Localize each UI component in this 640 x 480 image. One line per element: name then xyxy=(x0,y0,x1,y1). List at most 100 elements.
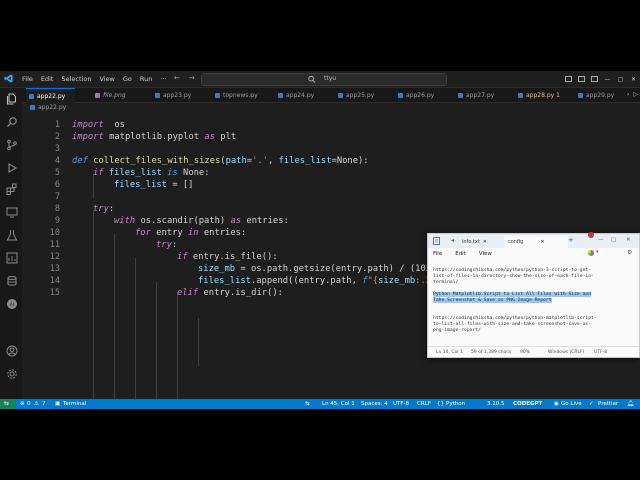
menu-more[interactable]: ··· xyxy=(160,75,166,83)
terminal-status[interactable]: Terminal xyxy=(63,401,86,407)
tab-topnews[interactable]: topnews.py xyxy=(212,88,258,102)
warning-icon[interactable]: ⚠ xyxy=(34,401,39,407)
database-icon[interactable] xyxy=(6,275,18,287)
indentation[interactable]: Spaces: 4 xyxy=(361,401,388,407)
menu-file[interactable]: File xyxy=(22,75,33,83)
vscode-logo-icon xyxy=(4,74,13,83)
code-token: size_mb xyxy=(198,264,236,274)
code-line[interactable]: elif entry.is_dir(): xyxy=(177,287,283,299)
menu-selection[interactable]: Selection xyxy=(61,75,91,83)
code-line[interactable]: try: xyxy=(93,203,114,215)
code-token: entries: xyxy=(198,228,247,238)
tab-app27[interactable]: app27.py xyxy=(455,88,494,102)
terminal-icon[interactable]: ▣ xyxy=(55,401,60,407)
activity-bar: AI xyxy=(0,88,22,399)
tab-app22[interactable]: app22.py xyxy=(26,88,75,103)
notepad-menu-edit[interactable]: Edit xyxy=(455,251,466,257)
braces-icon[interactable]: {} xyxy=(437,401,444,407)
new-tab-icon[interactable]: + xyxy=(568,236,574,244)
notepad-close-icon[interactable]: ✕ xyxy=(626,237,631,243)
notifications-bell-icon[interactable]: 🔔︎ xyxy=(627,401,634,407)
warning-count[interactable]: 7 xyxy=(42,401,46,407)
copilot-icon[interactable] xyxy=(588,250,594,256)
remote-explorer-icon[interactable] xyxy=(6,206,18,218)
menu-view[interactable]: View xyxy=(99,75,114,83)
extensions-icon[interactable] xyxy=(6,183,18,195)
run-file-icon[interactable]: ▷ xyxy=(633,91,638,98)
notepad-menu-file[interactable]: File xyxy=(433,251,442,257)
forward-arrow-icon[interactable]: → xyxy=(189,74,195,82)
python-version[interactable]: 3.10.5 xyxy=(487,401,505,407)
explorer-icon[interactable] xyxy=(6,93,18,105)
notepad-tab-close-icon[interactable]: ✕ xyxy=(483,239,487,245)
tab-file-png[interactable]: file.png xyxy=(92,88,126,102)
remote-share-icon[interactable]: ⇆ xyxy=(305,401,310,407)
notepad-window: ◂ info.txt ✕ config ✕ + — ▢ ✕ File Edit … xyxy=(427,232,640,358)
chart-icon[interactable] xyxy=(6,252,18,264)
close-icon[interactable]: ✕ xyxy=(627,71,640,87)
tab-app28[interactable]: app28.py 1 xyxy=(515,88,560,102)
tab-app29[interactable]: app29.py xyxy=(575,88,614,102)
code-line[interactable]: def collect_files_with_sizes(path='.', f… xyxy=(72,155,369,167)
code-line[interactable]: for entry in entries: xyxy=(135,227,246,239)
tab-app25[interactable]: app25.py xyxy=(335,88,374,102)
codegpt-status[interactable]: CODEGPT xyxy=(513,401,542,407)
layout-sidebar-icon[interactable] xyxy=(588,71,601,87)
go-live-icon[interactable]: ◉ xyxy=(554,401,559,407)
code-line[interactable]: with os.scandir(path) as entries: xyxy=(114,215,289,227)
error-icon[interactable]: ⊗ xyxy=(20,401,25,407)
code-token: in xyxy=(187,228,199,238)
code-line[interactable]: if files_list is None: xyxy=(93,167,210,179)
tab-label: topnews.py xyxy=(223,91,258,99)
notepad-tab-config[interactable]: config ✕ xyxy=(504,236,568,248)
menu-edit[interactable]: Edit xyxy=(41,75,54,83)
layout-panel-icon[interactable] xyxy=(575,71,588,87)
indent-guide xyxy=(198,318,199,366)
search-icon[interactable] xyxy=(6,116,18,128)
maximize-icon[interactable]: ▢ xyxy=(614,71,627,87)
tab-app23[interactable]: app23.py xyxy=(152,88,191,102)
notepad-tab-info[interactable]: info.txt ✕ xyxy=(462,236,502,248)
notepad-text-area[interactable]: https://codingshiksha.com/python/python-… xyxy=(433,268,633,334)
code-line[interactable]: import matplotlib.pyplot as plt xyxy=(72,131,236,143)
menu-run[interactable]: Run xyxy=(140,75,152,83)
back-arrow-icon[interactable]: ← xyxy=(174,74,180,82)
line-ending[interactable]: CRLF xyxy=(417,401,431,407)
notepad-menu-view[interactable]: View xyxy=(479,251,492,257)
code-line[interactable]: size_mb = os.path.getsize(entry.path) / … xyxy=(198,263,431,275)
notepad-maximize-icon[interactable]: ▢ xyxy=(611,237,616,243)
encoding[interactable]: UTF-8 xyxy=(393,401,409,407)
prettier[interactable]: Prettier xyxy=(598,401,618,407)
remote-indicator[interactable]: ⇆ xyxy=(0,399,16,409)
testing-flask-icon[interactable] xyxy=(6,229,18,241)
prettier-icon[interactable]: ✓ xyxy=(589,401,594,407)
layout-toggle-icon[interactable] xyxy=(562,71,575,87)
tab-app26[interactable]: app26.py xyxy=(395,88,434,102)
account-icon[interactable] xyxy=(6,345,18,357)
cursor-position[interactable]: Ln 45, Col 1 xyxy=(322,401,355,407)
more-tabs-icon[interactable]: › xyxy=(627,91,629,98)
language-mode[interactable]: Python xyxy=(446,401,465,407)
error-count[interactable]: 0 xyxy=(27,401,31,407)
command-center-search[interactable]: ttyu xyxy=(201,73,447,86)
code-line[interactable]: files_list = [] xyxy=(114,179,193,191)
settings-gear-icon[interactable] xyxy=(6,368,18,380)
menu-go[interactable]: Go xyxy=(123,75,132,83)
gpt-extension-icon[interactable]: AI xyxy=(6,298,18,310)
line-number: 6 xyxy=(54,180,60,190)
nav-arrows: ← → xyxy=(174,74,195,82)
tab-app24[interactable]: app24.py xyxy=(275,88,314,102)
copilot-dropdown-icon[interactable]: ▾ xyxy=(596,249,599,255)
notepad-settings-icon[interactable]: ⚙ xyxy=(627,249,632,256)
code-line[interactable]: if entry.is_file(): xyxy=(177,251,278,263)
go-live[interactable]: Go Live xyxy=(561,401,582,407)
code-line[interactable]: import os xyxy=(72,119,125,131)
source-control-icon[interactable] xyxy=(6,139,18,151)
run-debug-icon[interactable] xyxy=(6,162,18,174)
breadcrumb[interactable]: app22.py xyxy=(30,104,66,111)
tab-scroll-left-icon[interactable]: ◂ xyxy=(451,237,454,244)
notepad-tab-close-icon[interactable]: ✕ xyxy=(540,239,544,245)
notepad-minimize-icon[interactable]: — xyxy=(598,237,604,243)
code-line[interactable]: try: xyxy=(156,239,177,251)
minimize-icon[interactable]: — xyxy=(601,71,614,87)
